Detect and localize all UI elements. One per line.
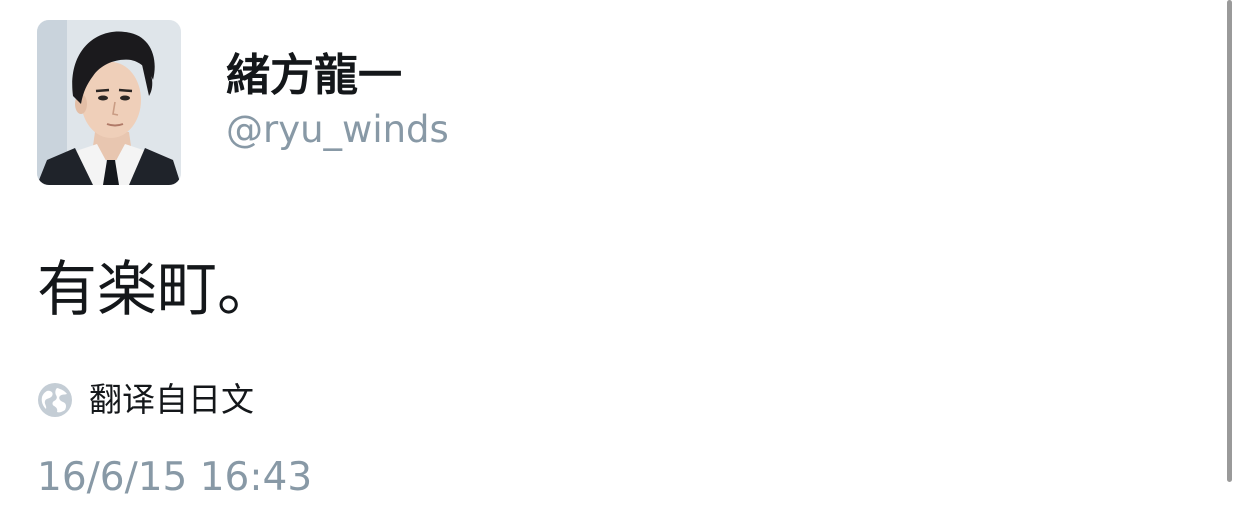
scrollbar[interactable] (1222, 0, 1242, 509)
display-name[interactable]: 緒方龍一 (226, 48, 402, 104)
globe-icon (37, 382, 73, 418)
tweet-detail: 緒方龍一 @ryu_winds 有楽町。 翻译自日文 16/6/15 16:43 (0, 0, 1222, 509)
user-handle[interactable]: @ryu_winds (226, 106, 449, 154)
avatar[interactable] (37, 20, 181, 185)
translate-label: 翻译自日文 (89, 380, 254, 419)
scrollbar-thumb[interactable] (1227, 0, 1232, 482)
avatar-image (37, 20, 181, 185)
tweet-text: 有楽町。 (37, 255, 277, 325)
tweet-timestamp: 16/6/15 16:43 (37, 455, 313, 500)
translate-tweet-button[interactable]: 翻译自日文 (37, 378, 254, 422)
